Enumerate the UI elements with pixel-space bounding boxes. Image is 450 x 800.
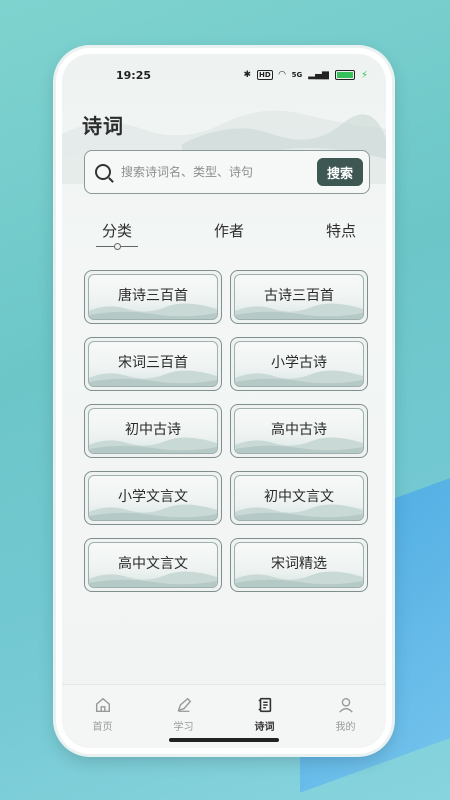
category-card-primary-poems[interactable]: 小学古诗 [230, 337, 368, 391]
nav-item-me[interactable]: 我的 [316, 695, 376, 748]
category-label: 宋词精选 [271, 556, 327, 572]
category-label: 初中古诗 [125, 422, 181, 438]
nav-label: 我的 [335, 722, 356, 733]
nav-label: 首页 [92, 722, 113, 733]
category-card-gushi-300[interactable]: 古诗三百首 [230, 270, 368, 324]
bluetooth-icon: ✱ [243, 70, 251, 80]
category-tabs: 分类 作者 特点 [62, 220, 386, 260]
search-button[interactable]: 搜索 [317, 158, 363, 186]
status-bar: 19:25 ✱ HD ◠ 5G ▂▄▆ ⚡ [62, 66, 386, 84]
search-icon [95, 164, 111, 180]
category-card-middle-classical[interactable]: 初中文言文 [230, 471, 368, 525]
battery-icon [334, 70, 355, 80]
category-label: 小学文言文 [118, 489, 188, 505]
category-grid: 唐诗三百首 古诗三百首 宋词三百首 小学古诗 初中古诗 高中古诗 小学文言文 初… [84, 270, 370, 592]
nav-label: 诗词 [254, 722, 275, 733]
phone-frame: 19:25 ✱ HD ◠ 5G ▂▄▆ ⚡ 诗词 搜索 分类 作者 特点 唐诗三… [56, 48, 392, 754]
search-input[interactable] [121, 165, 317, 179]
category-card-high-poems[interactable]: 高中古诗 [230, 404, 368, 458]
category-label: 唐诗三百首 [118, 288, 188, 304]
signal-label: 5G [291, 71, 303, 79]
scroll-icon [255, 695, 275, 715]
category-label: 高中古诗 [271, 422, 327, 438]
category-card-tang-300[interactable]: 唐诗三百首 [84, 270, 222, 324]
nav-item-home[interactable]: 首页 [73, 695, 133, 748]
category-label: 古诗三百首 [264, 288, 334, 304]
category-card-songci-selected[interactable]: 宋词精选 [230, 538, 368, 592]
charging-icon: ⚡ [360, 69, 368, 81]
wifi-icon: ◠ [278, 70, 286, 80]
home-indicator[interactable] [169, 738, 279, 742]
category-card-songci-300[interactable]: 宋词三百首 [84, 337, 222, 391]
nav-label: 学习 [173, 722, 194, 733]
category-card-primary-classical[interactable]: 小学文言文 [84, 471, 222, 525]
tab-feature[interactable]: 特点 [326, 220, 356, 260]
status-time: 19:25 [116, 68, 152, 82]
home-icon [93, 695, 113, 715]
network-badge: HD [256, 70, 273, 80]
category-label: 初中文言文 [264, 489, 334, 505]
category-card-high-classical[interactable]: 高中文言文 [84, 538, 222, 592]
page-title: 诗词 [82, 114, 124, 138]
tab-category[interactable]: 分类 [95, 220, 139, 260]
signal-icon: ▂▄▆ [308, 70, 329, 80]
category-label: 小学古诗 [271, 355, 327, 371]
category-card-middle-poems[interactable]: 初中古诗 [84, 404, 222, 458]
category-label: 高中文言文 [118, 556, 188, 572]
category-label: 宋词三百首 [118, 355, 188, 371]
search-bar: 搜索 [84, 150, 370, 194]
tab-author[interactable]: 作者 [214, 220, 244, 260]
screen: 19:25 ✱ HD ◠ 5G ▂▄▆ ⚡ 诗词 搜索 分类 作者 特点 唐诗三… [62, 54, 386, 748]
pen-icon [174, 695, 194, 715]
user-icon [336, 695, 356, 715]
